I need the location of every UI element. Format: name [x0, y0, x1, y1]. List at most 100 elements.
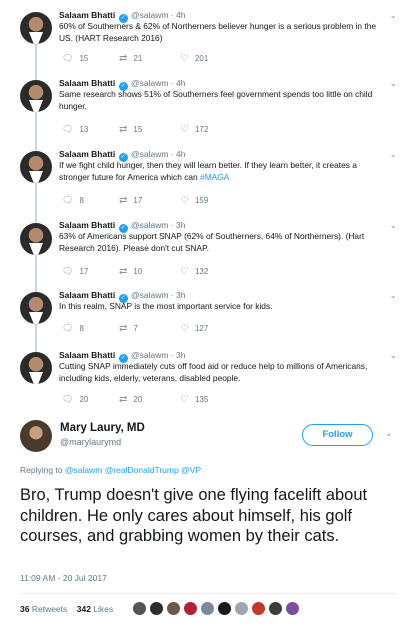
follow-button[interactable]: Follow: [302, 424, 373, 446]
avatar[interactable]: [20, 352, 52, 384]
liker-avatar[interactable]: [166, 601, 181, 616]
liker-avatar[interactable]: [217, 601, 232, 616]
thread-tweet[interactable]: Salaam Bhatti ✓ @salawm · 3h ⌄ Cutting S…: [0, 340, 411, 410]
main-avatar[interactable]: [20, 420, 52, 452]
heart-icon: ♡: [180, 323, 189, 334]
tweet-text: 60% of Southerners & 62% of Northerners …: [59, 21, 389, 44]
author-name[interactable]: Salaam Bhatti: [59, 78, 115, 88]
like-count: 132: [194, 267, 209, 276]
liker-avatar[interactable]: [132, 601, 147, 616]
retweet-button[interactable]: ⇄ 21: [119, 53, 180, 64]
dot-separator: ·: [170, 220, 174, 230]
reply-count: 8: [79, 196, 84, 205]
chevron-down-icon[interactable]: ⌄: [389, 149, 397, 160]
main-author-name[interactable]: Mary Laury, MD: [60, 422, 145, 434]
main-author-handle[interactable]: @marylaurymd: [60, 437, 121, 447]
like-button[interactable]: ♡ 172: [180, 124, 240, 135]
tweet-time[interactable]: 3h: [176, 220, 185, 230]
like-button[interactable]: ♡ 159: [180, 195, 240, 206]
reply-button[interactable]: 🗨︎ 17: [62, 266, 119, 277]
likes-count[interactable]: 342: [77, 604, 91, 614]
author-handle[interactable]: @salawm: [131, 78, 168, 88]
liker-avatar[interactable]: [200, 601, 215, 616]
avatar[interactable]: [20, 292, 52, 324]
tweet-time[interactable]: 3h: [176, 290, 185, 300]
author-handle[interactable]: @salawm: [131, 220, 168, 230]
author-name[interactable]: Salaam Bhatti: [59, 149, 115, 159]
tweet-body: Cutting SNAP immediately cuts off food a…: [59, 361, 368, 383]
like-count: 135: [194, 395, 209, 404]
dot-separator: ·: [170, 10, 174, 20]
author-handle[interactable]: @salawm: [131, 149, 168, 159]
liker-avatar[interactable]: [234, 601, 249, 616]
reply-button[interactable]: 🗨︎ 8: [62, 195, 119, 206]
reply-count: 15: [79, 54, 89, 63]
liker-avatar[interactable]: [268, 601, 283, 616]
reply-button[interactable]: 🗨︎ 8: [62, 323, 119, 334]
liker-avatar[interactable]: [285, 601, 300, 616]
chevron-down-icon[interactable]: ⌄: [389, 78, 397, 89]
author-name[interactable]: Salaam Bhatti: [59, 220, 115, 230]
like-button[interactable]: ♡ 135: [180, 394, 240, 405]
heart-icon: ♡: [180, 195, 189, 206]
replying-to: Replying to @salawm @realDonaldTrump @VP: [20, 465, 201, 475]
chevron-down-icon[interactable]: ⌄: [389, 290, 397, 301]
retweet-count: 21: [133, 54, 143, 63]
hashtag-link[interactable]: #MAGA: [200, 172, 229, 182]
author-name[interactable]: Salaam Bhatti: [59, 10, 115, 20]
likes-label[interactable]: Likes: [93, 604, 113, 614]
retweet-icon: ⇄: [119, 53, 128, 64]
author-handle[interactable]: @salawm: [131, 350, 168, 360]
avatar[interactable]: [20, 80, 52, 112]
thread-tweet[interactable]: Salaam Bhatti ✓ @salawm · 4h ⌄ 60% of So…: [0, 0, 411, 70]
tweet-time[interactable]: 4h: [176, 10, 185, 20]
like-button[interactable]: ♡ 127: [180, 323, 240, 334]
reply-button[interactable]: 🗨︎ 20: [62, 394, 119, 405]
chevron-down-icon[interactable]: ⌄: [389, 350, 397, 361]
chevron-down-icon[interactable]: ⌄: [385, 428, 393, 439]
avatar[interactable]: [20, 151, 52, 183]
retweet-button[interactable]: ⇄ 20: [119, 394, 180, 405]
reply-button[interactable]: 🗨︎ 15: [62, 53, 119, 64]
author-name[interactable]: Salaam Bhatti: [59, 350, 115, 360]
tweet-actions: 🗨︎ 8 ⇄ 7 ♡ 127: [62, 323, 240, 334]
tweet-timestamp[interactable]: 11:09 AM - 20 Jul 2017: [20, 573, 107, 583]
tweet-time[interactable]: 3h: [176, 350, 185, 360]
author-handle[interactable]: @salawm: [131, 290, 168, 300]
thread-tweet[interactable]: Salaam Bhatti ✓ @salawm · 4h ⌄ If we fig…: [0, 141, 411, 211]
replying-to-links[interactable]: @salawm @realDonaldTrump @VP: [65, 465, 201, 475]
thread-tweet[interactable]: Salaam Bhatti ✓ @salawm · 3h ⌄ In this r…: [0, 281, 411, 341]
liker-avatar[interactable]: [251, 601, 266, 616]
retweets-count[interactable]: 36: [20, 604, 29, 614]
tweet-body: 60% of Southerners & 62% of Northerners …: [59, 21, 377, 43]
retweet-button[interactable]: ⇄ 17: [119, 195, 180, 206]
tweet-time[interactable]: 4h: [176, 149, 185, 159]
thread-tweet[interactable]: Salaam Bhatti ✓ @salawm · 4h ⌄ Same rese…: [0, 70, 411, 140]
reply-icon: 🗨︎: [62, 394, 74, 404]
author-handle[interactable]: @salawm: [131, 10, 168, 20]
dot-separator: ·: [170, 78, 174, 88]
tweet-actions: 🗨︎ 17 ⇄ 10 ♡ 132: [62, 266, 240, 277]
tweet-time[interactable]: 4h: [176, 78, 185, 88]
reply-icon: 🗨︎: [62, 323, 74, 333]
chevron-down-icon[interactable]: ⌄: [389, 220, 397, 231]
retweet-icon: ⇄: [119, 195, 128, 206]
liker-avatar[interactable]: [183, 601, 198, 616]
avatar[interactable]: [20, 12, 52, 44]
retweet-button[interactable]: ⇄ 7: [119, 323, 180, 334]
reply-button[interactable]: 🗨︎ 13: [62, 124, 119, 135]
like-button[interactable]: ♡ 201: [180, 53, 240, 64]
tweet-text: In this realm, SNAP is the most importan…: [59, 301, 389, 313]
chevron-down-icon[interactable]: ⌄: [389, 10, 397, 21]
like-button[interactable]: ♡ 132: [180, 266, 240, 277]
replying-prefix: Replying to: [20, 465, 63, 475]
thread-tweet[interactable]: Salaam Bhatti ✓ @salawm · 3h ⌄ 63% of Am…: [0, 211, 411, 281]
heart-icon: ♡: [180, 266, 189, 277]
retweets-label[interactable]: Retweets: [32, 604, 67, 614]
main-tweet-text: Bro, Trump doesn't give one flying facel…: [20, 486, 368, 545]
retweet-button[interactable]: ⇄ 15: [119, 124, 180, 135]
author-name[interactable]: Salaam Bhatti: [59, 290, 115, 300]
avatar[interactable]: [20, 223, 52, 255]
liker-avatar[interactable]: [149, 601, 164, 616]
retweet-button[interactable]: ⇄ 10: [119, 266, 180, 277]
